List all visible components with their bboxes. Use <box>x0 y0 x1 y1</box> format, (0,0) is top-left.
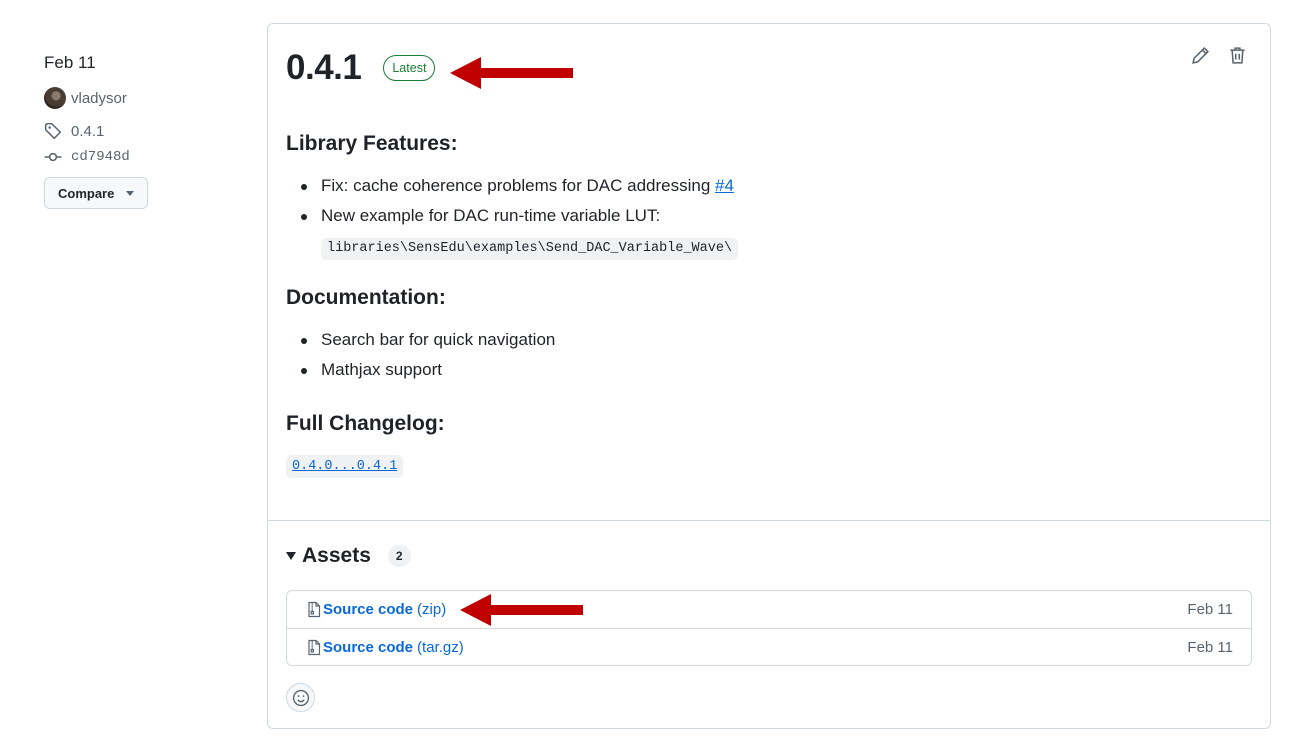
file-zip-icon <box>308 639 321 655</box>
list-item: Fix: cache coherence problems for DAC ad… <box>286 171 1246 201</box>
changelog-heading: Full Changelog: <box>286 412 445 435</box>
tag-icon <box>44 122 62 140</box>
triangle-down-icon <box>286 552 296 560</box>
asset-row-targz[interactable]: Source code (tar.gz) Feb 11 <box>287 628 1251 665</box>
release-header: 0.4.1 Latest <box>286 48 436 88</box>
release-card: 0.4.1 Latest Library Features: Fix: cach… <box>267 23 1271 729</box>
release-title[interactable]: 0.4.1 <box>286 48 362 88</box>
smiley-icon <box>292 689 309 706</box>
latest-badge: Latest <box>383 55 436 81</box>
asset-ext[interactable]: (tar.gz) <box>417 639 464 656</box>
commit-icon <box>44 152 62 162</box>
annotation-arrow-icon <box>450 57 573 89</box>
author-name[interactable]: vladysor <box>71 90 127 107</box>
file-zip-icon <box>308 601 321 618</box>
list-item: New example for DAC run-time variable LU… <box>286 201 1246 261</box>
tag-name[interactable]: 0.4.1 <box>71 123 104 140</box>
asset-name[interactable]: Source code <box>323 639 413 656</box>
list-item: Mathjax support <box>286 355 1246 385</box>
changelog-link[interactable]: 0.4.0...0.4.1 <box>286 455 404 478</box>
asset-name[interactable]: Source code <box>323 601 413 618</box>
docs-heading: Documentation: <box>286 286 446 309</box>
commit-row[interactable]: cd7948d <box>44 145 244 169</box>
add-reaction-button[interactable] <box>286 683 315 712</box>
asset-ext[interactable]: (zip) <box>417 601 446 618</box>
features-heading: Library Features: <box>286 132 458 155</box>
code-path: libraries\SensEdu\examples\Send_DAC_Vari… <box>321 238 739 260</box>
release-notes: Library Features: Fix: cache coherence p… <box>286 130 1246 478</box>
assets-toggle[interactable]: Assets 2 <box>286 544 411 568</box>
list-item: Search bar for quick navigation <box>286 325 1246 355</box>
annotation-arrow-icon <box>460 593 584 626</box>
issue-link[interactable]: #4 <box>715 176 734 195</box>
asset-date: Feb 11 <box>1187 601 1233 618</box>
commit-sha[interactable]: cd7948d <box>71 149 130 165</box>
docs-list: Search bar for quick navigation Mathjax … <box>286 325 1246 385</box>
compare-label: Compare <box>58 185 115 201</box>
tag-row[interactable]: 0.4.1 <box>44 119 244 143</box>
asset-row-zip[interactable]: Source code (zip) Feb 11 <box>287 591 1251 628</box>
pencil-icon[interactable] <box>1191 46 1210 65</box>
feature-2-text: New example for DAC run-time variable LU… <box>321 206 661 225</box>
assets-count-badge: 2 <box>387 545 411 567</box>
release-date: Feb 11 <box>44 53 96 72</box>
feature-1-text: Fix: cache coherence problems for DAC ad… <box>321 176 716 195</box>
assets-list: Source code (zip) Feb 11 Source code (ta… <box>286 590 1252 666</box>
assets-title: Assets <box>302 544 371 567</box>
caret-down-icon <box>126 190 135 196</box>
avatar[interactable] <box>44 87 66 109</box>
features-list: Fix: cache coherence problems for DAC ad… <box>286 171 1246 261</box>
release-sidebar: Feb 11 vladysor 0.4.1 cd7948d Compare <box>44 50 244 209</box>
trash-icon[interactable] <box>1228 46 1247 65</box>
divider <box>268 520 1270 521</box>
author-row[interactable]: vladysor <box>44 85 244 111</box>
asset-date: Feb 11 <box>1187 638 1233 656</box>
compare-button[interactable]: Compare <box>44 177 149 209</box>
